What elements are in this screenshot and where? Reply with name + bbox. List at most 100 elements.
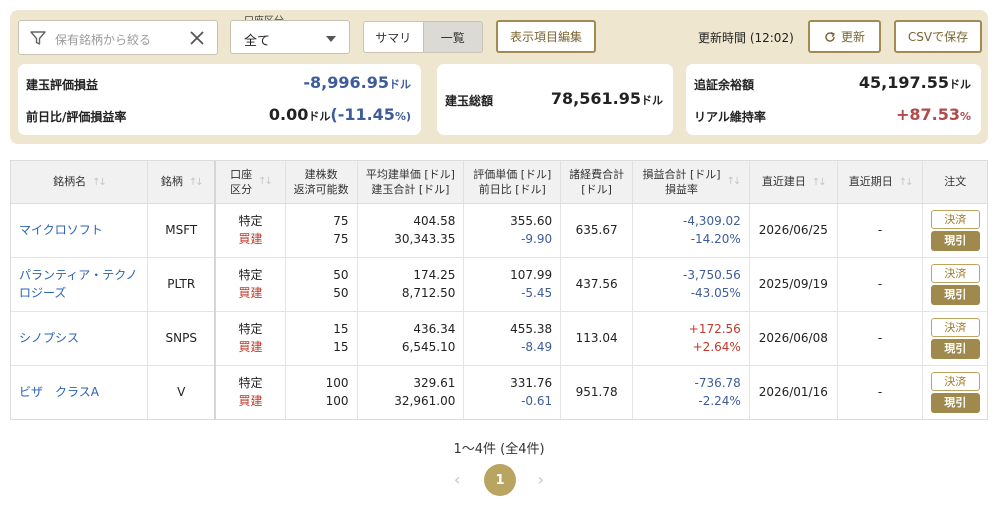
ratio-label: リアル維持率 — [694, 110, 766, 124]
expiry: - — [837, 257, 924, 312]
csv-save-button[interactable]: CSVで保存 — [894, 20, 982, 53]
delivery-button[interactable]: 現引 — [930, 284, 980, 305]
delivery-button[interactable]: 現引 — [930, 338, 980, 359]
order-cell: 決済 現引 — [922, 203, 987, 258]
order-cell: 決済 現引 — [922, 257, 987, 312]
quantity: 15 15 — [285, 311, 358, 366]
quantity: 50 50 — [285, 257, 358, 312]
view-list-button[interactable]: 一覧 — [422, 22, 482, 52]
ticker: PLTR — [147, 257, 216, 312]
ticker: V — [147, 365, 216, 419]
col-name[interactable]: 銘柄名 ↑↓ — [11, 161, 149, 204]
expiry: - — [837, 203, 924, 258]
average-price: 174.25 8,712.50 — [357, 257, 465, 312]
daychange-label: 前日比/評価損益率 — [26, 110, 127, 124]
table-row: ビザ クラスA V 特定 買建 100 100 329.61 32,961.00 33… — [11, 365, 987, 419]
profit-loss: -3,750.56 -43.05% — [632, 257, 750, 312]
expiry: - — [837, 365, 924, 419]
profit-loss: -736.78 -2.24% — [632, 365, 750, 419]
account-type: 特定 買建 — [214, 203, 286, 258]
view-summary-button[interactable]: サマリ — [364, 22, 423, 52]
eval-price: 107.99 -5.45 — [463, 257, 562, 312]
col-profit-loss[interactable]: 損益合計 [ドル] 損益率↑↓ — [632, 161, 750, 204]
eval-price: 455.38 -8.49 — [463, 311, 562, 366]
stock-name-link[interactable]: パランティア・テクノロジーズ — [11, 257, 149, 312]
delivery-button[interactable]: 現引 — [930, 392, 980, 413]
pl-value: -8,996.95ドル — [303, 73, 411, 92]
average-price: 329.61 32,961.00 — [357, 365, 465, 419]
fees: 635.67 — [560, 203, 634, 258]
settle-button[interactable]: 決済 — [930, 263, 980, 283]
account-type: 特定 買建 — [214, 257, 286, 312]
sort-icon: ↑↓ — [811, 176, 827, 188]
fees: 951.78 — [560, 365, 634, 419]
pager-count: 1〜4件 (全4件) — [453, 442, 545, 457]
account-type: 特定 買建 — [214, 365, 286, 419]
settle-button[interactable]: 決済 — [930, 371, 980, 391]
profit-loss: +172.56 +2.64% — [632, 311, 750, 366]
filter-icon — [30, 31, 46, 45]
table-row: シノプシス SNPS 特定 買建 15 15 436.34 6,545.10 455.… — [11, 311, 987, 366]
close-icon[interactable] — [189, 30, 205, 46]
stock-name-link[interactable]: シノプシス — [11, 311, 149, 366]
update-time: 更新時間 (12:02) — [698, 31, 794, 45]
holdings-filter-input[interactable]: 保有銘柄から絞る — [18, 20, 218, 55]
col-ticker[interactable]: 銘柄 ↑↓ — [147, 161, 216, 204]
quantity: 100 100 — [285, 365, 358, 419]
col-expiry[interactable]: 直近期日 ↑↓ — [837, 161, 924, 204]
margin-card: 追証余裕額 45,197.55ドル リアル維持率 +87.53% — [686, 64, 981, 135]
page-1-button[interactable]: 1 — [484, 464, 516, 496]
total-position-card: 建玉総額 78,561.95ドル — [437, 64, 673, 135]
total-label: 建玉総額 — [445, 94, 494, 108]
col-fees: 諸経費合計 [ドル] — [560, 161, 634, 204]
prev-page-icon[interactable]: ‹ — [454, 470, 460, 489]
sort-icon: ↑↓ — [188, 176, 204, 188]
refresh-button[interactable]: 更新 — [808, 20, 881, 53]
sort-icon: ↑↓ — [726, 176, 742, 188]
order-cell: 決済 現引 — [922, 311, 987, 366]
table-row: マイクロソフト MSFT 特定 買建 75 75 404.58 30,343.35 3… — [11, 203, 987, 258]
top-panel: 保有銘柄から絞る 口座区分 全て サマリ 一覧 表示項目編集 更新時間 (12:… — [10, 10, 988, 144]
settle-button[interactable]: 決済 — [930, 209, 980, 229]
pl-label: 建玉評価損益 — [26, 78, 99, 92]
quantity: 75 75 — [285, 203, 358, 258]
stock-name-link[interactable]: ビザ クラスA — [11, 365, 149, 419]
sort-icon: ↑↓ — [258, 176, 273, 188]
sort-icon: ↑↓ — [898, 176, 914, 188]
margin-label: 追証余裕額 — [694, 78, 755, 92]
total-value: 78,561.95ドル — [550, 89, 663, 108]
fees: 113.04 — [560, 311, 634, 366]
open-date: 2026/01/16 — [749, 365, 838, 419]
open-date: 2026/06/08 — [749, 311, 838, 366]
open-date: 2025/09/19 — [749, 257, 838, 312]
average-price: 436.34 6,545.10 — [357, 311, 465, 366]
delivery-button[interactable]: 現引 — [930, 230, 980, 251]
settle-button[interactable]: 決済 — [930, 317, 980, 337]
order-cell: 決済 現引 — [923, 365, 987, 419]
col-quantity: 建株数 返済可能数 — [285, 161, 358, 204]
table-row: パランティア・テクノロジーズ PLTR 特定 買建 50 50 174.25 8,71… — [11, 257, 987, 312]
profit-loss: -4,309.02 -14.20% — [632, 203, 750, 258]
eval-price: 331.76 -0.61 — [463, 365, 562, 419]
expiry: - — [837, 311, 924, 366]
account-type-select[interactable]: 全て — [230, 20, 350, 54]
filter-placeholder: 保有銘柄から絞る — [55, 33, 152, 47]
stock-name-link[interactable]: マイクロソフト — [11, 203, 149, 258]
edit-columns-button[interactable]: 表示項目編集 — [496, 20, 596, 53]
account-type: 特定 買建 — [214, 311, 286, 366]
col-eval-price: 評価単価 [ドル] 前日比 [ドル] — [463, 161, 562, 204]
pagination: ‹ 1 › — [452, 464, 546, 496]
ticker: MSFT — [147, 203, 216, 258]
next-page-icon[interactable]: › — [538, 470, 544, 489]
pl-summary-card: 建玉評価損益 -8,996.95ドル 前日比/評価損益率 0.00ドル(-11.… — [18, 64, 421, 135]
table-header-row: 銘柄名 ↑↓ 銘柄 ↑↓ 口座 区分↑↓ 建株数 返済可能数 平均建単価 [ドル] 建玉合… — [11, 161, 987, 204]
col-open-date[interactable]: 直近建日 ↑↓ — [749, 161, 838, 204]
chevron-down-icon — [326, 36, 336, 42]
col-order: 注文 — [922, 161, 987, 204]
col-average-price: 平均建単価 [ドル] 建玉合計 [ドル] — [357, 161, 465, 204]
sort-icon: ↑↓ — [92, 176, 107, 188]
margin-value: 45,197.55ドル — [858, 73, 971, 92]
col-account[interactable]: 口座 区分↑↓ — [214, 161, 286, 204]
refresh-icon — [825, 31, 835, 42]
refresh-label: 更新 — [840, 30, 865, 44]
